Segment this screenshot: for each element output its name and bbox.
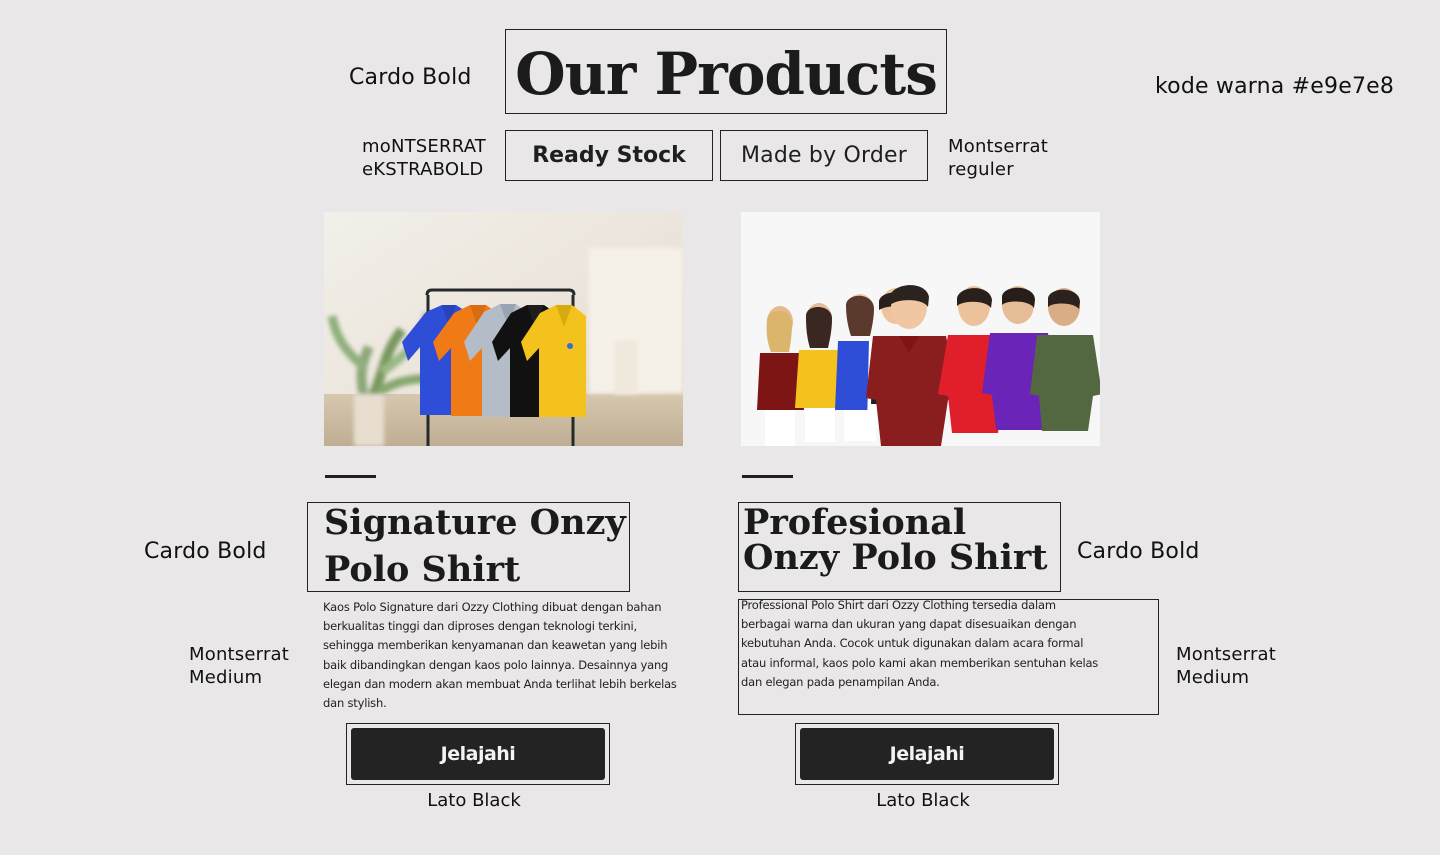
ready-stock-product-image: [324, 212, 683, 446]
ready-tab-font-annotation: moNTSERRAT eKSTRABOLD: [362, 135, 486, 181]
right-title-font-annotation: Cardo Bold: [1077, 539, 1200, 564]
made-by-order-product-description: Professional Polo Shirt dari Ozzy Clothi…: [741, 596, 1098, 692]
made-by-order-button-frame: Jelajahi: [795, 723, 1059, 785]
ready-tab-font-line2: eKSTRABOLD: [362, 159, 484, 180]
ready-stock-product-title: Signature Onzy Polo Shirt: [307, 502, 630, 592]
left-desc-font-line2: Medium: [189, 667, 263, 688]
right-desc-font-line1: Montserrat: [1176, 644, 1277, 665]
left-button-font-annotation: Lato Black: [427, 790, 521, 811]
left-product-accent-line: [325, 475, 376, 478]
ready-stock-product-description: Kaos Polo Signature dari Ozzy Clothing d…: [323, 598, 677, 713]
left-desc-font-annotation: Montserrat Medium: [189, 643, 289, 689]
ready-stock-description-line: baik dibandingkan dengan kaos polo lainn…: [323, 657, 669, 672]
made-by-order-jelajahi-button[interactable]: Jelajahi: [800, 728, 1054, 780]
rack-of-polo-shirts-image-icon: [324, 212, 683, 446]
tab-made-by-order[interactable]: Made by Order: [720, 130, 928, 181]
made-by-order-description-line: Professional Polo Shirt dari Ozzy Clothi…: [741, 598, 1056, 612]
title-font-annotation: Cardo Bold: [349, 65, 472, 90]
ready-stock-description-line: elegan dan modern akan membuat Anda terl…: [323, 676, 677, 691]
color-code-annotation: kode warna #e9e7e8: [1155, 74, 1395, 99]
ready-stock-description-line: sehingga memberikan kenyamanan dan keawe…: [323, 638, 668, 653]
group-wearing-polo-shirts-image-icon: [741, 212, 1100, 446]
ready-stock-description-line: berkualitas tinggi dan diproses dengan t…: [323, 619, 637, 634]
page-title: Our Products: [515, 39, 938, 108]
right-product-accent-line: [742, 475, 793, 478]
right-desc-font-annotation: Montserrat Medium: [1176, 643, 1276, 689]
tab-ready-stock[interactable]: Ready Stock: [505, 130, 713, 181]
made-by-order-description-line: berbagai warna dan ukuran yang dapat dis…: [741, 617, 1077, 632]
ready-stock-title-line2: Polo Shirt: [324, 549, 521, 590]
right-desc-font-line2: Medium: [1176, 667, 1250, 688]
made-by-order-title-line1: Profesional: [743, 502, 967, 543]
left-desc-font-line1: Montserrat: [189, 644, 290, 665]
made-by-order-description-line: dan elegan pada penampilan Anda.: [741, 674, 940, 689]
right-button-font-annotation: Lato Black: [876, 790, 970, 811]
left-title-font-annotation: Cardo Bold: [144, 539, 267, 564]
order-tab-font-line1: Montserrat: [948, 136, 1049, 157]
ready-tab-font-line1: moNTSERRAT: [362, 136, 487, 157]
ready-stock-description-line: Kaos Polo Signature dari Ozzy Clothing d…: [323, 600, 662, 614]
made-by-order-description-line: atau informal, kaos polo kami akan membe…: [741, 655, 1099, 670]
page-title-box: Our Products: [505, 29, 947, 114]
ready-stock-title-line1: Signature Onzy: [324, 502, 626, 543]
order-tab-font-line2: reguler: [948, 159, 1014, 180]
made-by-order-title-line2: Onzy Polo Shirt: [743, 537, 1048, 578]
made-by-order-description-line: kebutuhan Anda. Cocok untuk digunakan da…: [741, 636, 1084, 651]
made-by-order-product-title: Profesional Onzy Polo Shirt: [738, 502, 1061, 592]
ready-stock-jelajahi-button[interactable]: Jelajahi: [351, 728, 605, 780]
ready-stock-description-line: dan stylish.: [323, 696, 387, 711]
order-tab-font-annotation: Montserrat reguler: [948, 135, 1048, 181]
ready-stock-button-frame: Jelajahi: [346, 723, 610, 785]
made-by-order-product-image: [741, 212, 1100, 446]
